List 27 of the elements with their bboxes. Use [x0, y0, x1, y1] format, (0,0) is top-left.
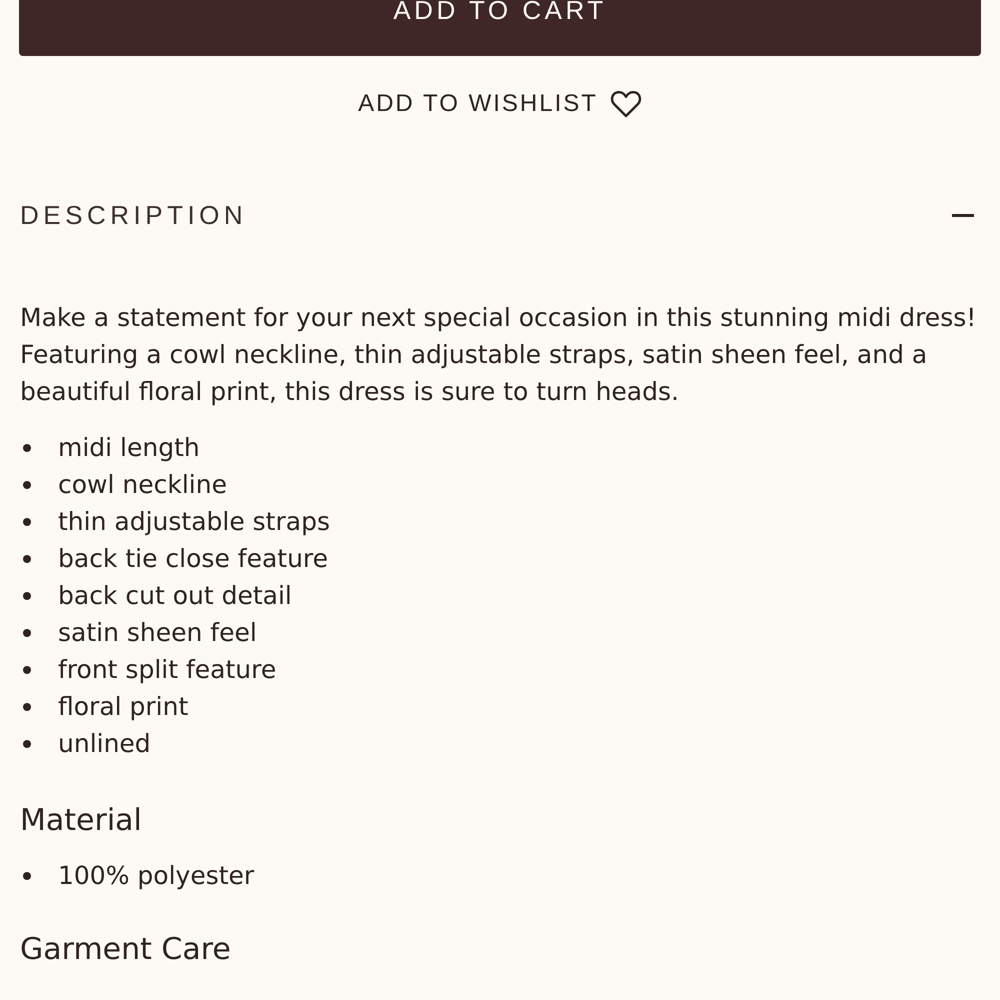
bullet-icon: [23, 666, 31, 674]
bullet-icon: [23, 872, 31, 880]
feature-text: midi length: [58, 432, 200, 464]
description-accordion-header[interactable]: DESCRIPTION: [19, 185, 981, 245]
heart-icon: [610, 90, 642, 118]
feature-text: satin sheen feel: [58, 617, 257, 649]
description-text: Make a statement for your next special occasion in this stunning midi dress! Featuring a cowl neckline, thin adjustable straps, satin sheen feel, and a beautiful floral print, this dress is sure to turn heads.: [20, 302, 978, 408]
bullet-icon: [23, 628, 31, 636]
feature-text: unlined: [58, 728, 151, 760]
feature-text: back cut out detail: [58, 580, 292, 612]
feature-text: floral print: [58, 691, 188, 723]
bullet-icon: [23, 740, 31, 748]
bullet-icon: [23, 480, 31, 488]
feature-text: cowl neckline: [58, 469, 227, 501]
feature-text: back tie close feature: [58, 543, 328, 575]
add-to-wishlist-button[interactable]: ADD TO WISHLIST: [358, 90, 642, 118]
bullet-icon: [23, 554, 31, 562]
bullet-icon: [23, 702, 31, 710]
bullet-icon: [23, 592, 31, 600]
bullet-icon: [23, 518, 31, 526]
feature-text: front split feature: [58, 654, 276, 686]
section-heading: Garment Care: [20, 931, 232, 968]
section-item-text: 100% polyester: [58, 860, 254, 892]
bullet-icon: [23, 444, 31, 452]
section-heading: Material: [20, 802, 143, 839]
feature-text: thin adjustable straps: [58, 506, 330, 538]
add-to-cart-button[interactable]: ADD TO CART: [19, 0, 981, 56]
